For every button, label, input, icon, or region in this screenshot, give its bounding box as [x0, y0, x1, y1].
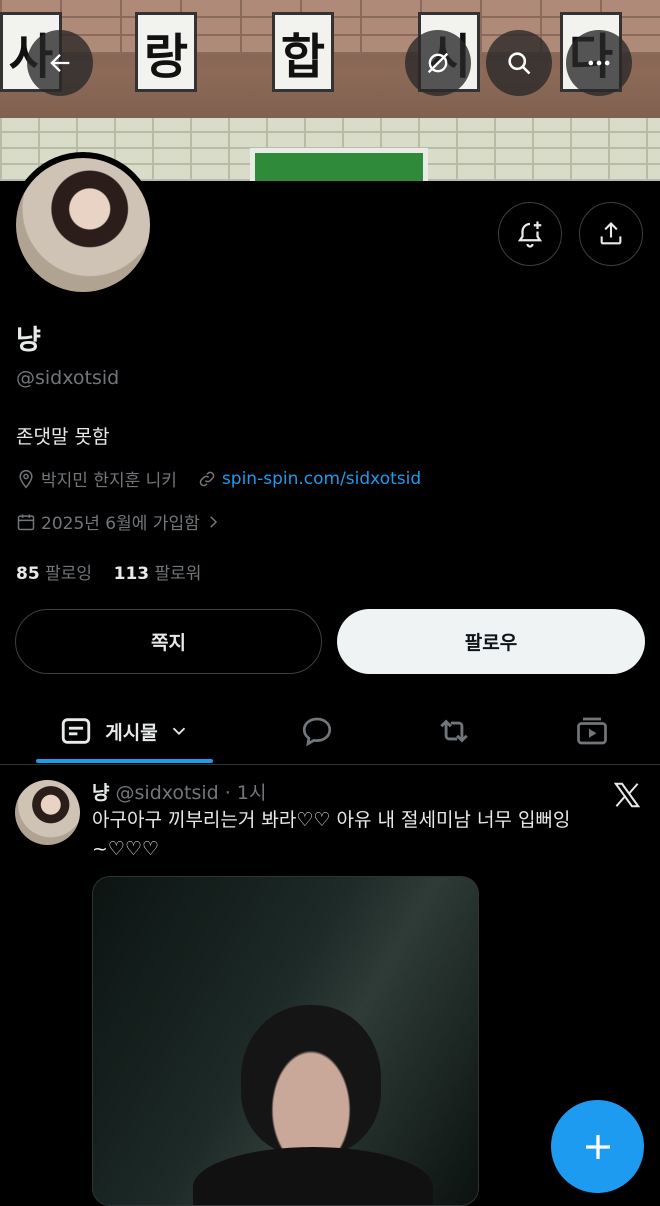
grok-button[interactable] [405, 30, 471, 96]
share-icon [600, 222, 622, 245]
follow-counts: 85 팔로잉 113 팔로워 [16, 559, 201, 584]
grok-icon [427, 52, 449, 74]
share-button[interactable] [579, 202, 643, 266]
profile-location: 박지민 한지훈 니키 [41, 471, 177, 491]
message-button[interactable]: 쪽지 [15, 609, 322, 674]
plus-icon [585, 1134, 610, 1159]
chevron-down-icon [172, 727, 185, 736]
reply-icon [302, 717, 332, 747]
post-author-avatar[interactable] [15, 780, 80, 845]
banner-green-sign [250, 148, 428, 181]
profile-website-link[interactable]: spin-spin.com/sidxotsid [222, 469, 421, 489]
x-logo-icon [613, 782, 641, 808]
repost-icon [440, 719, 468, 743]
display-name: 냥 [16, 325, 41, 356]
banner-sign-char: 랑 [135, 12, 197, 92]
followers-count: 113 [113, 564, 150, 584]
post-author-name[interactable]: 냥 [92, 782, 109, 804]
profile-tab-bar: 게시물 [0, 700, 660, 765]
following-link[interactable]: 85 팔로잉 [16, 564, 92, 584]
search-button[interactable] [486, 30, 552, 96]
following-label: 팔로잉 [45, 564, 92, 584]
post-header: 냥 @sidxotsid · 1시 [92, 778, 266, 805]
link-icon [199, 471, 215, 486]
more-button[interactable] [566, 30, 632, 96]
more-icon [588, 60, 610, 66]
posts-tab-icon [62, 718, 91, 744]
post-handle-time: @sidxotsid · 1시 [115, 782, 267, 804]
chevron-right-icon [209, 515, 217, 528]
active-tab-indicator [36, 759, 213, 763]
profile-handle: @sidxotsid [16, 367, 120, 389]
tab-posts[interactable]: 게시물 [36, 700, 213, 762]
profile-meta-row: 박지민 한지훈 니키 spin-spin.com/sidxotsid [16, 466, 421, 491]
search-icon [508, 52, 531, 75]
followers-link[interactable]: 113 팔로워 [114, 564, 202, 584]
joined-row[interactable]: 2025년 6월에 가입함 [16, 509, 227, 534]
notification-button[interactable] [498, 202, 562, 266]
following-count: 85 [16, 564, 40, 584]
tab-reposts[interactable] [421, 700, 487, 762]
tab-replies[interactable] [285, 700, 349, 762]
back-arrow-icon [50, 54, 70, 72]
location-icon [19, 469, 33, 488]
notification-add-icon [517, 221, 543, 248]
profile-avatar[interactable] [10, 152, 156, 298]
followers-label: 팔로워 [154, 564, 202, 584]
post-media-video[interactable] [92, 876, 479, 1206]
banner-sign-char: 합 [272, 12, 334, 92]
compose-button[interactable] [551, 1100, 644, 1193]
tab-media[interactable] [559, 700, 625, 762]
profile-joined: 2025년 6월에 가입함 [41, 514, 200, 534]
back-button[interactable] [27, 30, 93, 96]
calendar-icon [17, 514, 35, 530]
follow-button[interactable]: 팔로우 [337, 609, 645, 674]
video-icon [577, 717, 607, 745]
profile-bio: 존댓말 못함 [16, 426, 110, 448]
tab-posts-label: 게시물 [105, 721, 158, 744]
post-text: 아구아구 끼부리는거 봐라♡♡ 아유 내 절세미남 너무 입뻐잉 ~♡♡♡ [92, 809, 571, 860]
